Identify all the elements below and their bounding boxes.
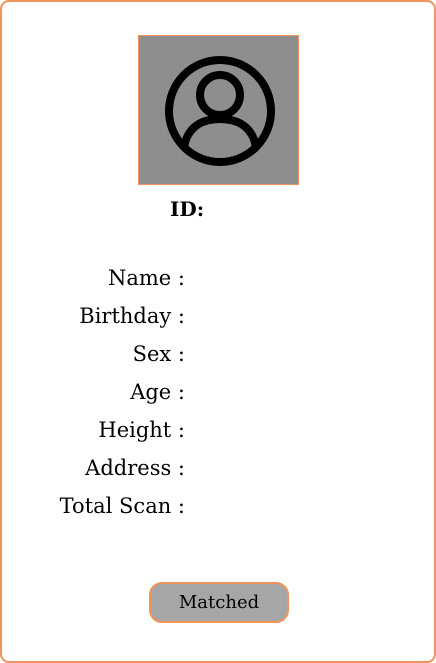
- avatar: [138, 35, 299, 185]
- user-circle-icon: [165, 56, 275, 166]
- name-label: Name :: [108, 266, 185, 290]
- age-label: Age :: [130, 380, 185, 404]
- sex-label: Sex :: [132, 342, 185, 366]
- total-scan-label: Total Scan :: [59, 494, 185, 518]
- birthday-label: Birthday :: [79, 304, 185, 328]
- address-label: Address :: [85, 456, 185, 480]
- height-label: Height :: [98, 418, 185, 442]
- profile-fields: Name : Birthday : Sex : Age : Height : A…: [2, 263, 185, 529]
- id-label: ID:: [170, 197, 205, 221]
- profile-card: ID: Name : Birthday : Sex : Age : Height…: [0, 0, 436, 663]
- matched-button[interactable]: Matched: [149, 582, 289, 623]
